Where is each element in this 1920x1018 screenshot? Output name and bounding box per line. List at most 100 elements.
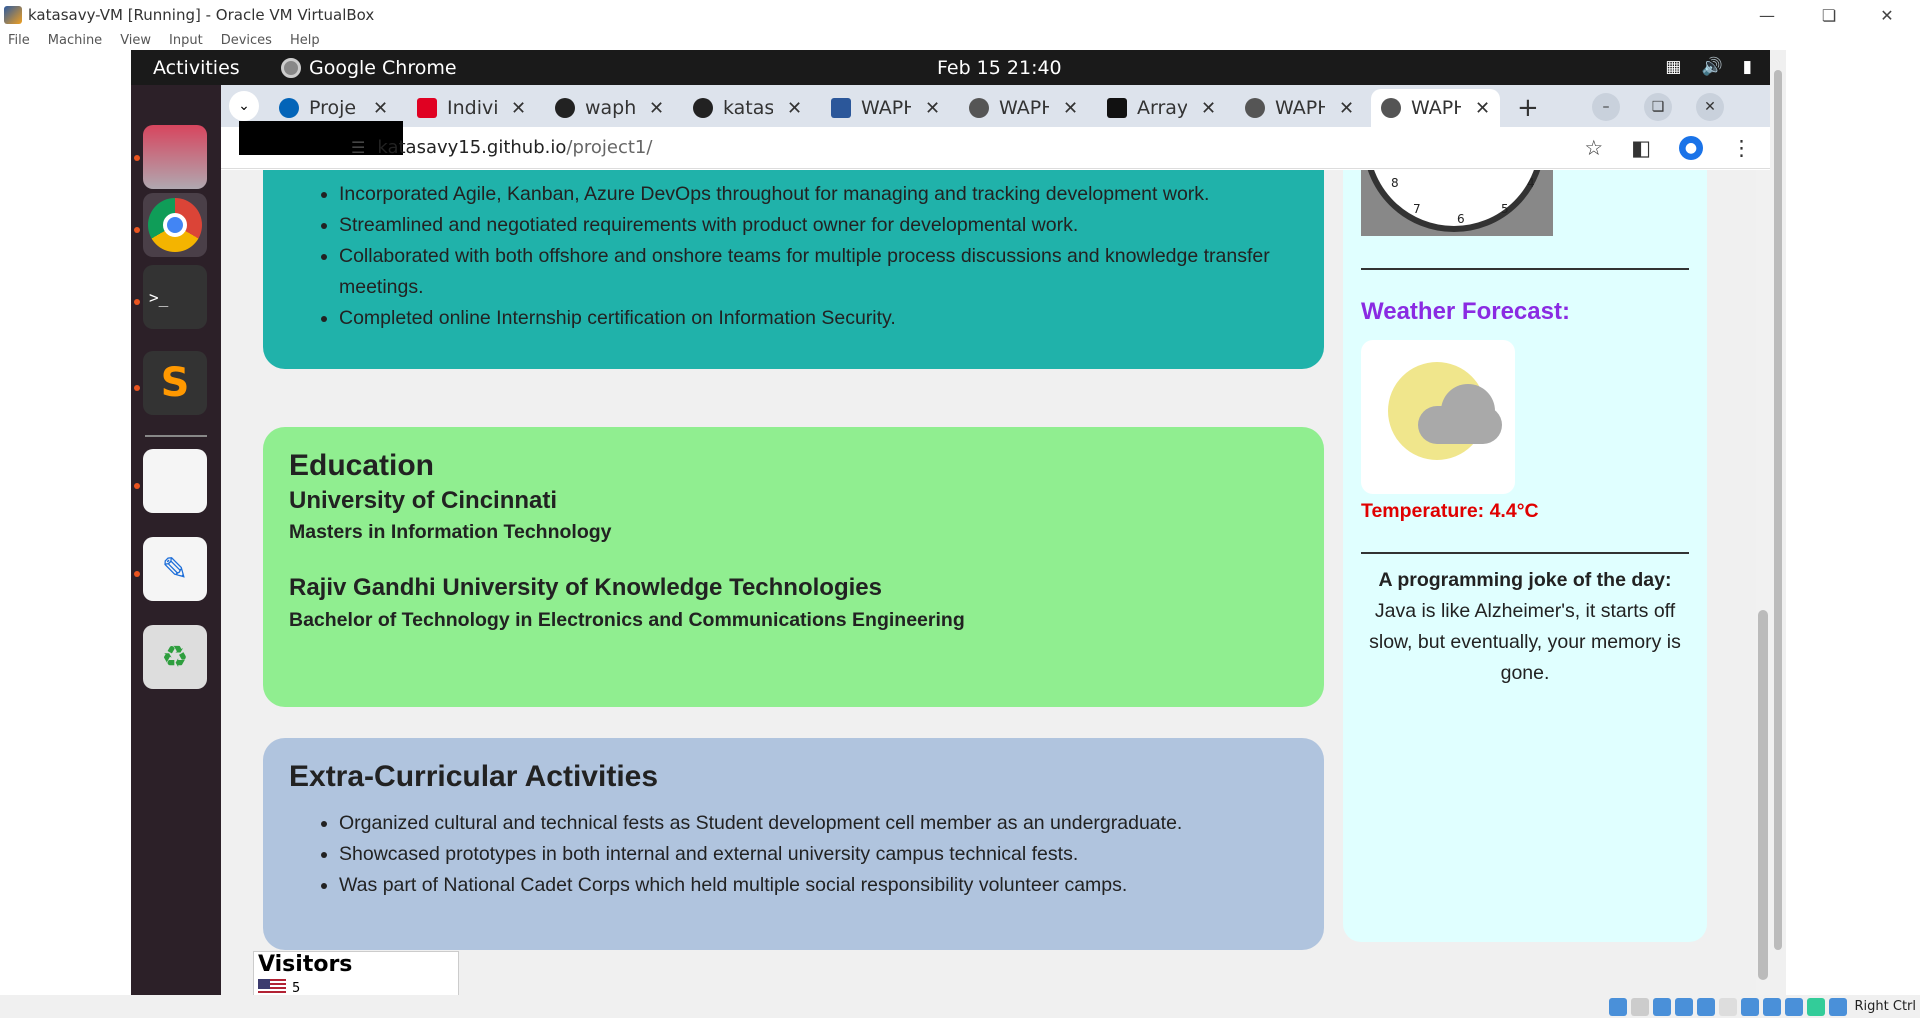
tab-strip: ⌄ Proje ✕ Indivi ✕ waph ✕ katas ✕ WAPH ✕ WAPH… <box>221 85 1770 127</box>
menu-kebab-icon[interactable]: ⋮ <box>1731 136 1752 160</box>
visitor-counter: Visitors 5 <box>253 951 459 995</box>
site-info-icon[interactable]: ☰ <box>351 138 365 157</box>
tab-6[interactable]: WAPH ✕ <box>969 89 1078 127</box>
bookmark-star-icon[interactable]: ☆ <box>1584 136 1603 160</box>
clock-number: 4 <box>1527 176 1535 190</box>
chrome-window: ⌄ Proje ✕ Indivi ✕ waph ✕ katas ✕ WAPH ✕ WAPH… <box>221 85 1770 995</box>
volume-icon: 🔊 <box>1701 57 1723 77</box>
extracurricular-card: Extra-Curricular Activities Organized cu… <box>263 738 1324 950</box>
github-icon <box>693 98 713 118</box>
close-tab-icon[interactable]: ✕ <box>511 98 526 119</box>
menu-view[interactable]: View <box>120 33 151 48</box>
menu-machine[interactable]: Machine <box>48 33 102 48</box>
partly-cloudy-icon <box>1361 340 1515 494</box>
scroll-thumb[interactable] <box>1758 610 1768 980</box>
activities-button[interactable]: Activities <box>153 57 240 79</box>
tab-label: Proje <box>309 97 357 119</box>
experience-card: Incorporated Agile, Kanban, Azure DevOps… <box>263 170 1324 369</box>
tab-label: WAPH <box>861 97 911 119</box>
files-icon[interactable] <box>143 125 207 189</box>
school-name: Rajiv Gandhi University of Knowledge Tec… <box>289 574 882 601</box>
menu-input[interactable]: Input <box>169 33 203 48</box>
vm-scrollbar[interactable] <box>1770 50 1786 995</box>
new-tab-button[interactable]: + <box>1517 93 1539 123</box>
host-statusbar: Right Ctrl <box>0 995 1920 1018</box>
web-page: Incorporated Agile, Kanban, Azure DevOps… <box>221 170 1770 995</box>
host-window-title: katasavy-VM [Running] - Oracle VM Virtua… <box>28 6 375 24</box>
close-tab-icon[interactable]: ✕ <box>925 98 940 119</box>
experience-item: Collaborated with both offshore and onsh… <box>339 241 1319 303</box>
experience-item: Incorporated Agile, Kanban, Azure DevOps… <box>339 179 1319 210</box>
close-icon[interactable]: ✕ <box>1864 0 1910 30</box>
vm-display[interactable]: Activities Google Chrome Feb 15 21:40 ▦ … <box>131 50 1770 995</box>
weather-title: Weather Forecast: <box>1361 298 1570 325</box>
page-scrollbar[interactable] <box>1756 170 1770 995</box>
tab-2[interactable]: Indivi ✕ <box>417 89 526 127</box>
tab-4[interactable]: katas ✕ <box>693 89 802 127</box>
github-icon <box>555 98 575 118</box>
close-tab-icon[interactable]: ✕ <box>1475 98 1490 119</box>
close-tab-icon[interactable]: ✕ <box>1063 98 1078 119</box>
network-icon: ▦ <box>1665 57 1682 77</box>
date-clock[interactable]: Feb 15 21:40 <box>937 57 1062 79</box>
text-editor-icon[interactable]: ✎ <box>143 537 207 601</box>
close-tab-icon[interactable]: ✕ <box>373 98 388 119</box>
menu-help[interactable]: Help <box>290 33 320 48</box>
visitor-count: 5 <box>292 980 301 996</box>
system-tray[interactable]: ▦ 🔊 ▮ <box>1665 57 1752 77</box>
tab-label: WAPH <box>1275 97 1325 119</box>
restore-icon[interactable]: ❏ <box>1806 0 1852 30</box>
tab-9-active[interactable]: WAPH ✕ <box>1371 89 1501 127</box>
restore-icon[interactable]: ❏ <box>1644 93 1672 121</box>
menu-devices[interactable]: Devices <box>221 33 272 48</box>
tab-7[interactable]: Array ✕ <box>1107 89 1216 127</box>
app-menu[interactable]: Google Chrome <box>281 57 457 79</box>
chrome-dock-icon[interactable] <box>143 193 207 257</box>
host-key-label: Right Ctrl <box>1854 999 1917 1014</box>
temperature: Temperature: 4.4°C <box>1361 500 1539 522</box>
experience-item: Completed online Internship certificatio… <box>339 303 1319 334</box>
onedrive-icon <box>279 98 299 118</box>
joke-title: A programming joke of the day: <box>1378 569 1672 591</box>
host-titlebar: katasavy-VM [Running] - Oracle VM Virtua… <box>0 0 1920 30</box>
document-viewer-icon[interactable] <box>143 449 207 513</box>
globe-icon <box>1245 98 1265 118</box>
uc-icon <box>417 98 437 118</box>
tab-search-icon[interactable]: ⌄ <box>229 91 259 121</box>
activity-item: Showcased prototypes in both internal an… <box>339 839 1339 870</box>
clock-number: 7 <box>1413 202 1421 216</box>
analog-clock: 8 4 7 6 5 <box>1361 170 1553 236</box>
minimize-icon[interactable]: – <box>1592 93 1620 121</box>
chrome-icon <box>281 58 301 78</box>
tab-label: waph <box>585 97 635 119</box>
sublime-text-icon[interactable]: S <box>143 351 207 415</box>
tab-label: WAPH <box>999 97 1049 119</box>
address-bar[interactable]: ☰ katasavy15.github.io/project1/ <box>351 137 652 158</box>
close-tab-icon[interactable]: ✕ <box>1201 98 1216 119</box>
profile-avatar-icon[interactable]: ● <box>1679 136 1703 160</box>
menu-file[interactable]: File <box>8 33 30 48</box>
activity-item: Organized cultural and technical fests a… <box>339 808 1339 839</box>
tab-5[interactable]: WAPH ✕ <box>831 89 940 127</box>
minimize-icon[interactable]: — <box>1744 0 1790 30</box>
close-tab-icon[interactable]: ✕ <box>787 98 802 119</box>
divider <box>1361 552 1689 554</box>
close-tab-icon[interactable]: ✕ <box>1339 98 1354 119</box>
tab-3[interactable]: waph ✕ <box>555 89 664 127</box>
side-panel-icon[interactable]: ◧ <box>1631 136 1651 160</box>
device-status-icons[interactable] <box>1608 997 1847 1016</box>
terminal-icon[interactable]: >_ <box>143 265 207 329</box>
host-menubar: File Machine View Input Devices Help <box>0 30 1920 50</box>
app-name: Google Chrome <box>309 57 457 79</box>
tab-8[interactable]: WAPH ✕ <box>1245 89 1354 127</box>
globe-icon <box>1381 98 1401 118</box>
clock-number: 5 <box>1501 202 1509 216</box>
tab-label: Indivi <box>447 97 497 119</box>
clock-number: 6 <box>1457 212 1465 226</box>
ubuntu-topbar: Activities Google Chrome Feb 15 21:40 ▦ … <box>131 50 1770 85</box>
trash-icon[interactable]: ♻ <box>143 625 207 689</box>
close-icon[interactable]: ✕ <box>1696 93 1724 121</box>
education-heading: Education <box>289 449 435 482</box>
close-tab-icon[interactable]: ✕ <box>649 98 664 119</box>
degree-name: Bachelor of Technology in Electronics an… <box>289 609 965 631</box>
